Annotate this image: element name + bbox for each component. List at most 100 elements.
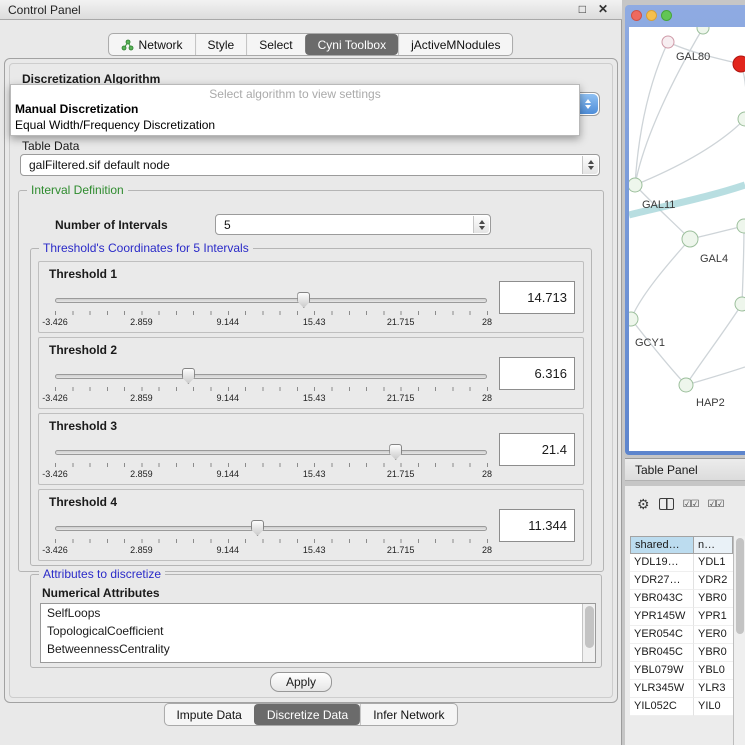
threshold-4-slider[interactable] bbox=[55, 520, 487, 537]
list-item[interactable]: BetweennessCentrality bbox=[41, 640, 595, 658]
numerical-attributes-label: Numerical Attributes bbox=[42, 586, 160, 600]
cell-name[interactable]: YPR1 bbox=[694, 608, 733, 626]
table-row[interactable]: YBL079W YBL0 bbox=[630, 662, 733, 680]
tab-infer-network[interactable]: Infer Network bbox=[360, 704, 456, 725]
scale-label: 2.859 bbox=[130, 317, 153, 327]
cell-name[interactable]: YIL0 bbox=[694, 698, 733, 716]
number-of-intervals-combobox[interactable]: 5 bbox=[215, 214, 491, 235]
cell-shared-name[interactable]: YPR145W bbox=[630, 608, 694, 626]
slider-thumb[interactable] bbox=[297, 292, 310, 308]
scale-label: 15.43 bbox=[303, 469, 326, 479]
float-window-icon[interactable]: □ bbox=[579, 2, 586, 16]
columns-icon[interactable] bbox=[659, 498, 674, 510]
cell-shared-name[interactable]: YBL079W bbox=[630, 662, 694, 680]
cell-shared-name[interactable]: YDR27… bbox=[630, 572, 694, 590]
network-node[interactable] bbox=[737, 219, 745, 233]
zoom-traffic-light-icon[interactable] bbox=[661, 10, 672, 21]
slider-track[interactable] bbox=[55, 450, 487, 455]
network-graph[interactable] bbox=[629, 27, 745, 451]
cell-shared-name[interactable]: YIL052C bbox=[630, 698, 694, 716]
column-header-name[interactable]: n… bbox=[694, 536, 733, 554]
select-none-checkboxes-icon[interactable]: ☑☑ bbox=[708, 499, 724, 510]
threshold-1-slider[interactable] bbox=[55, 292, 487, 309]
combobox-stepper-icon[interactable] bbox=[473, 216, 489, 233]
control-panel-window: Control Panel □ ✕ Network Style Select C… bbox=[0, 0, 622, 745]
column-header-shared-name[interactable]: shared… bbox=[630, 536, 694, 554]
cell-name[interactable]: YDL1 bbox=[694, 554, 733, 572]
table-row[interactable]: YLR345W YLR3 bbox=[630, 680, 733, 698]
network-node-gal4[interactable] bbox=[682, 231, 698, 247]
control-panel-tabs: Network Style Select Cyni Toolbox jActiv… bbox=[108, 33, 514, 56]
network-node-gal11[interactable] bbox=[629, 178, 642, 192]
control-panel-titlebar[interactable]: Control Panel □ ✕ bbox=[0, 0, 622, 20]
tab-discretize-data[interactable]: Discretize Data bbox=[254, 704, 360, 725]
threshold-3-value-field[interactable]: 21.4 bbox=[499, 433, 575, 466]
slider-scale-labels: -3.426 2.859 9.144 15.43 21.715 28 bbox=[55, 469, 487, 481]
cell-shared-name[interactable]: YBR045C bbox=[630, 644, 694, 662]
cell-name[interactable]: YBR0 bbox=[694, 590, 733, 608]
table-row[interactable]: YBR043C YBR0 bbox=[630, 590, 733, 608]
tab-select[interactable]: Select bbox=[246, 34, 304, 55]
cell-name[interactable]: YDR2 bbox=[694, 572, 733, 590]
apply-button[interactable]: Apply bbox=[270, 672, 332, 692]
tab-impute-data[interactable]: Impute Data bbox=[164, 704, 253, 725]
window-title: Control Panel bbox=[8, 3, 81, 17]
network-node-gcy1[interactable] bbox=[629, 312, 638, 326]
threshold-4-value-field[interactable]: 11.344 bbox=[499, 509, 575, 542]
slider-thumb[interactable] bbox=[389, 444, 402, 460]
threshold-3-slider[interactable] bbox=[55, 444, 487, 461]
list-scrollbar[interactable] bbox=[582, 604, 595, 662]
table-row[interactable]: YDR27… YDR2 bbox=[630, 572, 733, 590]
select-all-checkboxes-icon[interactable]: ☑☑ bbox=[683, 499, 699, 510]
network-node-selected[interactable] bbox=[733, 56, 745, 72]
table-data-combobox[interactable]: galFiltered.sif default node bbox=[20, 154, 600, 176]
cell-name[interactable]: YBR0 bbox=[694, 644, 733, 662]
close-window-icon[interactable]: ✕ bbox=[598, 2, 608, 16]
popup-option-equal-width-frequency[interactable]: Equal Width/Frequency Discretization bbox=[11, 117, 579, 133]
minimize-traffic-light-icon[interactable] bbox=[646, 10, 657, 21]
scrollbar-thumb[interactable] bbox=[736, 538, 744, 634]
slider-thumb[interactable] bbox=[182, 368, 195, 384]
list-item[interactable]: SelfLoops bbox=[41, 604, 595, 622]
threshold-2-slider[interactable] bbox=[55, 368, 487, 385]
threshold-2-value-field[interactable]: 6.316 bbox=[499, 357, 575, 390]
numerical-attributes-list[interactable]: SelfLoops TopologicalCoefficient Between… bbox=[40, 603, 596, 663]
threshold-1-value-field[interactable]: 14.713 bbox=[499, 281, 575, 314]
slider-track[interactable] bbox=[55, 298, 487, 303]
list-item[interactable]: TopologicalCoefficient bbox=[41, 622, 595, 640]
table-row[interactable]: YER054C YER0 bbox=[630, 626, 733, 644]
cell-shared-name[interactable]: YBR043C bbox=[630, 590, 694, 608]
slider-thumb[interactable] bbox=[251, 520, 264, 536]
table-scrollbar[interactable] bbox=[733, 536, 745, 745]
combobox-stepper-icon[interactable] bbox=[582, 156, 598, 174]
table-row[interactable]: YPR145W YPR1 bbox=[630, 608, 733, 626]
cell-name[interactable]: YLR3 bbox=[694, 680, 733, 698]
slider-track[interactable] bbox=[55, 526, 487, 531]
threshold-3-label: Threshold 3 bbox=[49, 419, 117, 433]
cell-shared-name[interactable]: YER054C bbox=[630, 626, 694, 644]
table-panel-header[interactable]: Table Panel bbox=[625, 458, 745, 481]
tab-style[interactable]: Style bbox=[195, 34, 247, 55]
network-node-gal80[interactable] bbox=[662, 36, 674, 48]
popup-option-manual-discretization[interactable]: Manual Discretization bbox=[11, 101, 579, 117]
table-row[interactable]: YDL19… YDL1 bbox=[630, 554, 733, 572]
scale-label: -3.426 bbox=[42, 545, 68, 555]
table-row[interactable]: YIL052C YIL0 bbox=[630, 698, 733, 716]
network-node[interactable] bbox=[697, 27, 709, 34]
scrollbar-thumb[interactable] bbox=[585, 606, 594, 648]
tab-cyni-toolbox[interactable]: Cyni Toolbox bbox=[305, 34, 398, 55]
network-node[interactable] bbox=[735, 297, 745, 311]
slider-track[interactable] bbox=[55, 374, 487, 379]
close-traffic-light-icon[interactable] bbox=[631, 10, 642, 21]
tab-network[interactable]: Network bbox=[109, 34, 195, 55]
cell-shared-name[interactable]: YDL19… bbox=[630, 554, 694, 572]
cell-shared-name[interactable]: YLR345W bbox=[630, 680, 694, 698]
tab-infer-network-label: Infer Network bbox=[373, 708, 444, 722]
table-row[interactable]: YBR045C YBR0 bbox=[630, 644, 733, 662]
network-canvas[interactable]: GAL80 GAL11 GAL4 GCY1 HAP2 bbox=[629, 27, 745, 451]
network-node-hap2[interactable] bbox=[679, 378, 693, 392]
gear-icon[interactable]: ⚙ bbox=[637, 497, 650, 511]
cell-name[interactable]: YER0 bbox=[694, 626, 733, 644]
tab-jactivemodules[interactable]: jActiveMNodules bbox=[398, 34, 512, 55]
cell-name[interactable]: YBL0 bbox=[694, 662, 733, 680]
